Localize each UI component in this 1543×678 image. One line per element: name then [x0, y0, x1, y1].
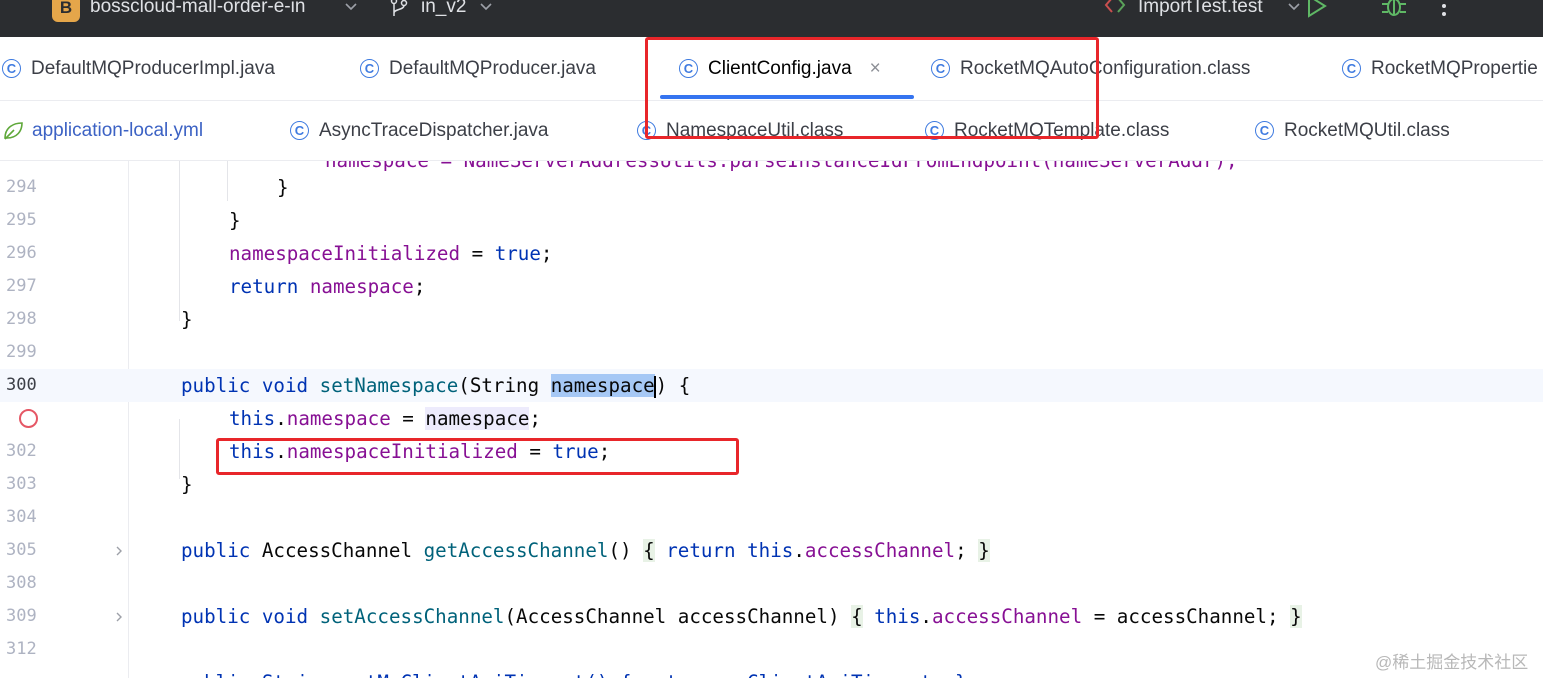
active-tab-indicator: [660, 95, 914, 99]
close-icon[interactable]: ×: [870, 58, 881, 80]
code-line: 299: [0, 336, 1543, 369]
tab-rocketmqautoconfiguration[interactable]: C RocketMQAutoConfiguration.class: [931, 37, 1250, 100]
line-number: 308: [6, 573, 37, 593]
line-number: 303: [6, 474, 37, 494]
code-text: this.namespaceInitialized = true;: [229, 440, 611, 463]
tab-rocketmqutil[interactable]: C RocketMQUtil.class: [1255, 101, 1450, 160]
play-icon[interactable]: [1304, 0, 1328, 18]
chevron-right-icon[interactable]: [113, 611, 125, 623]
code-line: 302 this.namespaceInitialized = true;: [0, 435, 1543, 468]
code-editor[interactable]: namespace = NameServerAddressUtils.parse…: [0, 161, 1543, 678]
tab-label: RocketMQUtil.class: [1284, 119, 1450, 141]
branch-icon: [390, 0, 408, 16]
tab-defaultmqproducerimpl[interactable]: C DefaultMQProducerImpl.java: [2, 37, 275, 100]
code-line: 303 }: [0, 468, 1543, 501]
code-text: }: [229, 209, 241, 232]
selected-param: namespace: [550, 374, 655, 397]
code-text: }: [181, 308, 193, 331]
code-text: public String getMqClientApiTimeout() { …: [181, 666, 967, 678]
line-number: 305: [6, 540, 37, 560]
tab-rocketmqtemplate[interactable]: C RocketMQTemplate.class: [925, 101, 1169, 160]
tab-label: NamespaceUtil.class: [666, 119, 844, 141]
chevron-down-icon[interactable]: [344, 0, 358, 14]
tab-rocketmqproperties[interactable]: C RocketMQPropertie: [1342, 37, 1538, 100]
class-icon: C: [679, 59, 698, 78]
class-icon: C: [1342, 59, 1361, 78]
tab-label: application-local.yml: [32, 119, 204, 141]
title-bar: B bosscloud-mall-order-e-in in_v2 Import…: [0, 0, 1543, 37]
code-text: this.namespace = namespace;: [229, 407, 541, 430]
code-text: public AccessChannel getAccessChannel() …: [181, 539, 990, 562]
code-line: this.namespace = namespace;: [0, 402, 1543, 435]
class-icon: C: [290, 121, 309, 140]
code-text: public void setAccessChannel(AccessChann…: [181, 605, 1302, 628]
code-line: 309 public void setAccessChannel(AccessC…: [0, 600, 1543, 633]
line-number: 296: [6, 243, 37, 263]
tab-defaultmqproducer[interactable]: C DefaultMQProducer.java: [360, 37, 596, 100]
tab-label: RocketMQAutoConfiguration.class: [960, 57, 1251, 79]
project-name[interactable]: bosscloud-mall-order-e-in: [90, 0, 305, 18]
line-number: 304: [6, 507, 37, 527]
tab-label: ClientConfig.java: [708, 57, 852, 79]
editor-tabs-row-1: C DefaultMQProducerImpl.java C DefaultMQ…: [0, 37, 1543, 101]
tab-application-local-yml[interactable]: application-local.yml: [2, 101, 203, 160]
tab-label: DefaultMQProducerImpl.java: [31, 57, 275, 79]
line-number: 312: [6, 639, 37, 659]
line-number: 299: [6, 342, 37, 362]
line-number: 297: [6, 276, 37, 296]
code-line: 296 namespaceInitialized = true;: [0, 237, 1543, 270]
run-configuration[interactable]: ImportTest.test: [1138, 0, 1263, 18]
watermark: @稀土掘金技术社区: [1375, 653, 1529, 672]
class-icon: C: [925, 121, 944, 140]
breakpoint-icon[interactable]: [19, 409, 38, 428]
spring-leaf-icon: [4, 121, 23, 140]
line-number: 300: [6, 375, 37, 395]
code-line: 308: [0, 567, 1543, 600]
tab-label: DefaultMQProducer.java: [389, 57, 596, 79]
bug-icon[interactable]: [1380, 0, 1408, 20]
class-icon: C: [637, 121, 656, 140]
class-icon: C: [2, 59, 21, 78]
class-icon: C: [1255, 121, 1274, 140]
chevron-down-icon[interactable]: [479, 0, 493, 14]
code-line: 295 }: [0, 204, 1543, 237]
code-text: return namespace;: [229, 275, 426, 298]
tab-clientconfig[interactable]: C ClientConfig.java ×: [679, 37, 881, 100]
branch-name[interactable]: in_v2: [421, 0, 466, 18]
code-line: public String getMqClientApiTimeout() { …: [0, 666, 1543, 678]
code-line: 312: [0, 633, 1543, 666]
more-vertical-icon[interactable]: [1434, 0, 1454, 20]
tab-label: RocketMQPropertie: [1371, 57, 1538, 79]
editor-tabs-row-2: application-local.yml C AsyncTraceDispat…: [0, 101, 1543, 161]
project-badge[interactable]: B: [52, 0, 80, 22]
line-number: 298: [6, 309, 37, 329]
code-text: }: [277, 176, 289, 199]
tab-namespaceutil[interactable]: C NamespaceUtil.class: [637, 101, 843, 160]
code-line: 298 }: [0, 303, 1543, 336]
line-number: 294: [6, 177, 37, 197]
code-line: 294 }: [0, 171, 1543, 204]
tab-asynctracedispatcher[interactable]: C AsyncTraceDispatcher.java: [290, 101, 549, 160]
class-icon: C: [360, 59, 379, 78]
line-number: 309: [6, 606, 37, 626]
code-line: 305 public AccessChannel getAccessChanne…: [0, 534, 1543, 567]
code-line: 304: [0, 501, 1543, 534]
chevron-down-icon[interactable]: [1287, 0, 1301, 14]
tab-label: AsyncTraceDispatcher.java: [319, 119, 549, 141]
code-text: public void setNamespace(String namespac…: [181, 374, 691, 398]
line-number: 302: [6, 441, 37, 461]
code-text: }: [181, 473, 193, 496]
line-number: 295: [6, 210, 37, 230]
chevron-right-icon[interactable]: [113, 545, 125, 557]
code-line: 297 return namespace;: [0, 270, 1543, 303]
class-icon: C: [931, 59, 950, 78]
code-line-current: 300 public void setNamespace(String name…: [0, 369, 1543, 402]
tab-label: RocketMQTemplate.class: [954, 119, 1170, 141]
run-config-icon: [1104, 0, 1126, 13]
code-text: namespaceInitialized = true;: [229, 242, 553, 265]
